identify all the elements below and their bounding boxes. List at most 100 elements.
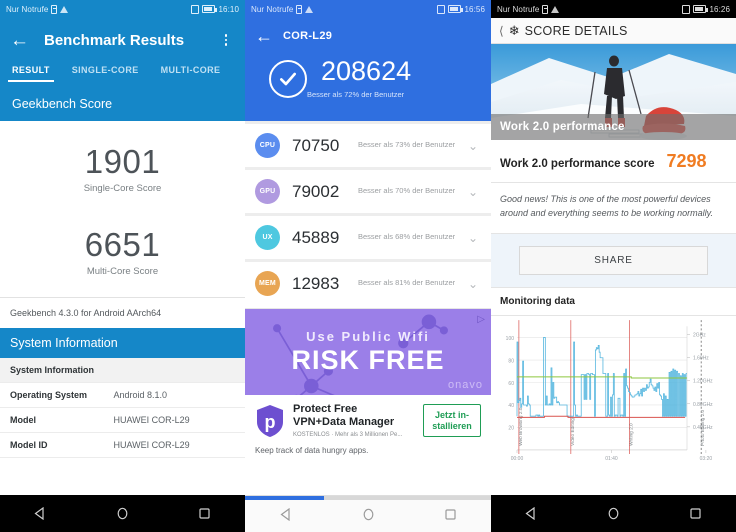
carrier-label: Nur Notrufe	[6, 4, 49, 14]
chevron-down-icon[interactable]: ⌄	[465, 231, 481, 245]
antutu-total-score: 208624 Besser als 72% der Benutzer	[245, 54, 491, 121]
svg-text:60: 60	[508, 381, 514, 387]
page-title: Benchmark Results	[44, 31, 185, 49]
panel-geekbench: Nur Notrufe 16:10 ← Benchmark Results RE…	[0, 0, 245, 532]
gpu-badge-icon: GPU	[255, 179, 280, 204]
ad-choices-icon[interactable]: ▷	[477, 314, 485, 325]
svg-text:Writing 2.0: Writing 2.0	[628, 423, 633, 446]
tab-single-core[interactable]: SINGLE-CORE	[68, 62, 143, 82]
ad-headline-big: RISK FREE	[291, 344, 445, 375]
ad-body: p Protect Free VPN+Data Manager KOSTENLO…	[245, 395, 491, 442]
install-button[interactable]: Jetzt in- stallieren	[423, 403, 481, 438]
chevron-down-icon[interactable]: ⌄	[465, 139, 481, 153]
wifi-icon	[551, 5, 560, 13]
svg-text:01:40: 01:40	[605, 456, 618, 462]
row-value: HUAWEI COR-L29	[113, 440, 190, 450]
battery-icon	[448, 5, 464, 13]
list-item[interactable]: MEM 12983 Besser als 81% der Benutzer ⌄	[245, 262, 491, 305]
nav-back-icon[interactable]	[266, 504, 306, 524]
list-item[interactable]: UX 45889 Besser als 68% der Benutzer ⌄	[245, 216, 491, 259]
tab-multi-core[interactable]: MULTI-CORE	[157, 62, 225, 82]
three-phone-screenshots: Nur Notrufe 16:10 ← Benchmark Results RE…	[0, 0, 736, 532]
more-vert-icon[interactable]	[217, 34, 235, 46]
ad-hero-banner[interactable]: ▷ Use Public Wifi RISK FREE onavo	[245, 309, 491, 395]
svg-text:40: 40	[508, 403, 514, 409]
cpu-score-value: 70750	[292, 135, 340, 155]
statusbar-pcmark: Nur Notrufe 16:26	[491, 0, 736, 18]
hero-caption: Work 2.0 performance	[491, 114, 736, 140]
geekbench-score-header: Geekbench Score	[0, 90, 245, 121]
android-navbar	[491, 495, 736, 532]
android-navbar	[245, 495, 491, 532]
tab-result[interactable]: RESULT	[8, 62, 54, 82]
nav-back-icon[interactable]	[512, 504, 552, 524]
clock-label: 16:10	[218, 4, 239, 14]
list-item[interactable]: GPU 79002 Besser als 70% der Benutzer ⌄	[245, 170, 491, 213]
score-row: Work 2.0 performance score 7298	[491, 140, 736, 183]
carrier-label: Nur Notrufe	[251, 4, 294, 14]
multi-core-score-value: 6651	[84, 226, 161, 263]
nav-back-icon[interactable]	[21, 504, 61, 524]
row-key: Operating System	[10, 390, 88, 400]
row-value: HUAWEI COR-L29	[113, 415, 190, 425]
snowflake-icon: ❄	[508, 22, 520, 38]
check-circle-icon	[269, 59, 307, 98]
wifi-icon	[60, 5, 69, 13]
table-head-row: System Information	[0, 358, 245, 383]
android-navbar	[0, 495, 245, 532]
chevron-down-icon[interactable]: ⌄	[465, 277, 481, 291]
nav-home-icon[interactable]	[348, 504, 388, 524]
antutu-score-list: CPU 70750 Besser als 73% der Benutzer ⌄ …	[245, 121, 491, 305]
mem-score-note: Besser als 81% der Benutzer	[358, 278, 456, 288]
total-score-subtitle: Besser als 72% der Benutzer	[307, 90, 405, 99]
nav-recents-icon[interactable]	[675, 504, 715, 524]
nav-home-icon[interactable]	[102, 504, 142, 524]
row-key: Model	[10, 415, 36, 425]
ux-score-note: Besser als 68% der Benutzer	[358, 232, 456, 242]
back-arrow-icon[interactable]: ←	[255, 26, 277, 47]
panel-pcmark: Nur Notrufe 16:26 ⟨ ❄ SCORE DETAILS Work…	[491, 0, 736, 532]
cpu-badge-icon: CPU	[255, 133, 280, 158]
monitoring-data-header: Monitoring data	[491, 286, 736, 316]
back-chevron-icon[interactable]: ⟨	[499, 24, 504, 38]
nav-recents-icon[interactable]	[184, 504, 224, 524]
geekbench-tabbar: RESULT SINGLE-CORE MULTI-CORE	[0, 62, 245, 90]
svg-text:Video Editing: Video Editing	[570, 418, 575, 446]
table-row: Operating System Android 8.1.0	[0, 383, 245, 408]
sim-icon	[296, 4, 303, 14]
multi-core-score-label: Multi-Core Score	[86, 266, 159, 277]
geekbench-scores: 1901 Single-Core Score 6651 Multi-Core S…	[0, 121, 245, 297]
carrier-label: Nur Notrufe	[497, 4, 540, 14]
mem-score-value: 12983	[292, 273, 340, 293]
nav-home-icon[interactable]	[593, 504, 633, 524]
score-message: Good news! This is one of the most power…	[491, 183, 736, 234]
ad-footer-label: Keep track of data hungry apps.	[255, 446, 369, 456]
nav-recents-icon[interactable]	[430, 504, 470, 524]
chevron-down-icon[interactable]: ⌄	[465, 185, 481, 199]
ad-headline-small: Use Public Wifi	[306, 328, 430, 344]
single-core-score-label: Single-Core Score	[83, 183, 162, 194]
total-score-value: 208624	[321, 56, 412, 86]
ad-meta-label: KOSTENLOS · Mehr als 3 Millionen Pe...	[293, 432, 403, 439]
list-item[interactable]: CPU 70750 Besser als 73% der Benutzer ⌄	[245, 124, 491, 167]
share-button[interactable]: SHARE	[519, 245, 708, 275]
svg-text:1.20GHz: 1.20GHz	[693, 378, 713, 384]
score-spacer	[0, 194, 245, 226]
device-name-label: COR-L29	[283, 30, 333, 42]
advertisement[interactable]: ▷ Use Public Wifi RISK FREE onavo p Prot…	[245, 308, 491, 466]
statusbar-geekbench: Nur Notrufe 16:10	[0, 0, 245, 18]
svg-text:0.80GHz: 0.80GHz	[693, 402, 713, 408]
table-head-label: System Information	[10, 365, 95, 375]
vibrate-icon	[191, 4, 200, 14]
score-label: Work 2.0 performance score	[500, 158, 655, 170]
single-core-score-value: 1901	[84, 143, 161, 180]
ad-brand-label: onavo	[448, 379, 483, 391]
ux-score-value: 45889	[292, 227, 340, 247]
svg-text:80: 80	[508, 358, 514, 364]
vibrate-icon	[682, 4, 691, 14]
pcmark-appbar: ⟨ ❄ SCORE DETAILS	[491, 18, 736, 44]
panel-antutu: Nur Notrufe 16:56 ← COR-L29 208624 Besse…	[245, 0, 491, 532]
clock-label: 16:26	[709, 4, 730, 14]
back-arrow-icon[interactable]: ←	[10, 31, 34, 50]
gpu-score-value: 79002	[292, 181, 340, 201]
